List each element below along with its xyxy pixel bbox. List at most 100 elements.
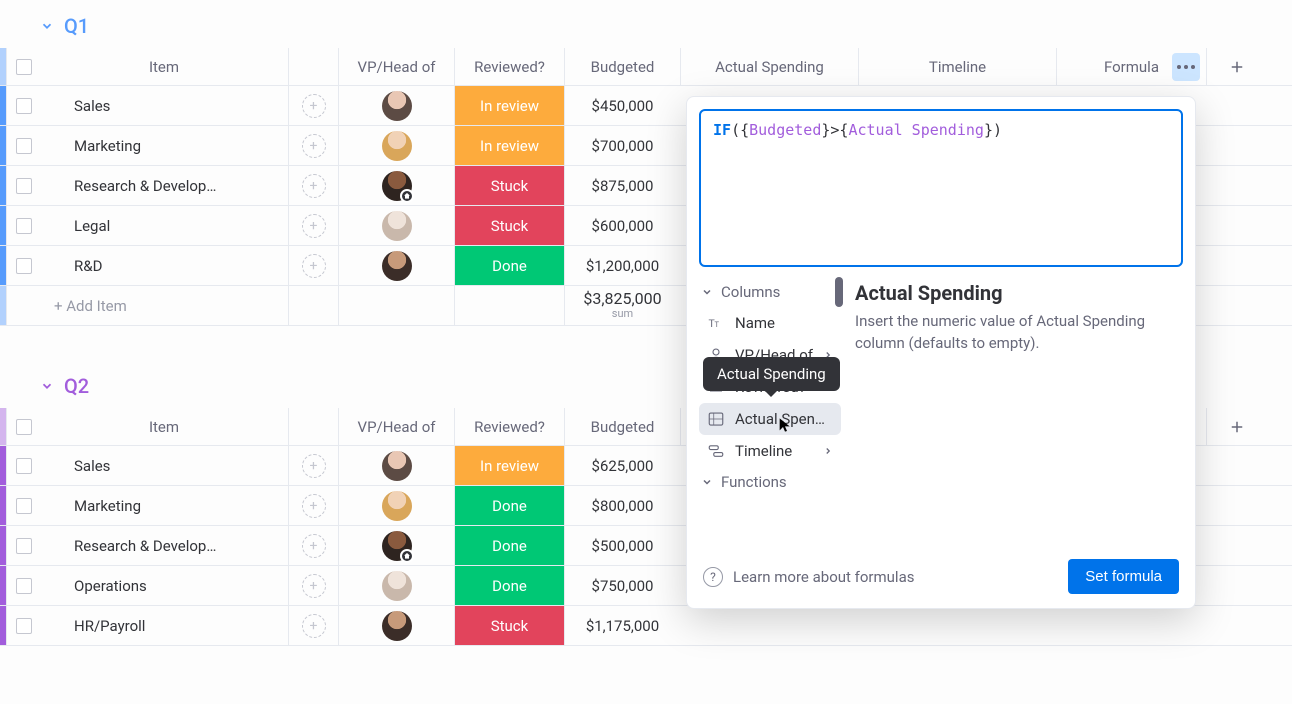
item-name-cell[interactable]: Research & Develop…: [40, 166, 288, 205]
help-title: Actual Spending: [855, 281, 1183, 305]
budgeted-cell[interactable]: $750,000: [564, 566, 680, 605]
add-update-button[interactable]: +: [288, 126, 338, 165]
col-budgeted[interactable]: Budgeted: [564, 408, 680, 445]
row-checkbox[interactable]: [6, 246, 40, 285]
budgeted-cell[interactable]: $1,175,000: [564, 606, 680, 645]
add-update-button[interactable]: +: [288, 566, 338, 605]
item-name-cell[interactable]: Sales: [40, 446, 288, 485]
learn-more-link[interactable]: ? Learn more about formulas: [703, 567, 914, 587]
select-all[interactable]: [6, 408, 40, 445]
set-formula-button[interactable]: Set formula: [1068, 559, 1179, 594]
status-cell[interactable]: Done: [454, 566, 564, 605]
add-update-button[interactable]: +: [288, 86, 338, 125]
add-update-button[interactable]: +: [288, 606, 338, 645]
vp-cell[interactable]: [338, 566, 454, 605]
item-name-cell[interactable]: Research & Develop…: [40, 526, 288, 565]
sum-cell: $3,825,000sum: [564, 286, 680, 325]
vp-cell[interactable]: [338, 486, 454, 525]
vp-cell[interactable]: [338, 526, 454, 565]
avatar: [382, 91, 412, 121]
add-update-button[interactable]: +: [288, 206, 338, 245]
item-name-cell[interactable]: Operations: [40, 566, 288, 605]
chevron-right-icon: [823, 442, 833, 460]
vp-cell[interactable]: [338, 86, 454, 125]
row-checkbox[interactable]: [6, 166, 40, 205]
column-header-row: Item VP/Head of Reviewed? Budgeted Actua…: [0, 48, 1292, 86]
budgeted-cell[interactable]: $800,000: [564, 486, 680, 525]
add-update-button[interactable]: +: [288, 446, 338, 485]
budgeted-cell[interactable]: $450,000: [564, 86, 680, 125]
add-column-button[interactable]: [1206, 48, 1266, 85]
vp-cell[interactable]: [338, 206, 454, 245]
select-all[interactable]: [6, 48, 40, 85]
add-update-button[interactable]: +: [288, 246, 338, 285]
col-item[interactable]: Item: [40, 48, 288, 85]
home-badge-icon: [400, 189, 414, 203]
row-checkbox[interactable]: [6, 206, 40, 245]
item-name-cell[interactable]: Sales: [40, 86, 288, 125]
timeline-icon: [707, 442, 725, 460]
scrollbar[interactable]: [835, 277, 843, 307]
budgeted-cell[interactable]: $700,000: [564, 126, 680, 165]
col-formula[interactable]: Formula: [1056, 48, 1206, 85]
row-checkbox[interactable]: [6, 86, 40, 125]
add-column-button[interactable]: [1206, 408, 1266, 445]
vp-cell[interactable]: [338, 126, 454, 165]
row-checkbox[interactable]: [6, 126, 40, 165]
status-cell[interactable]: Stuck: [454, 166, 564, 205]
column-option-name[interactable]: TT Name: [699, 307, 841, 339]
col-item[interactable]: Item: [40, 408, 288, 445]
columns-section-toggle[interactable]: Columns: [699, 277, 841, 307]
status-cell[interactable]: Done: [454, 526, 564, 565]
col-vp[interactable]: VP/Head of: [338, 408, 454, 445]
status-cell[interactable]: Done: [454, 246, 564, 285]
col-reviewed[interactable]: Reviewed?: [454, 408, 564, 445]
col-budgeted[interactable]: Budgeted: [564, 48, 680, 85]
item-name-cell[interactable]: HR/Payroll: [40, 606, 288, 645]
budgeted-cell[interactable]: $625,000: [564, 446, 680, 485]
formula-editor-popup: IF({Budgeted}>{Actual Spending}) Columns…: [686, 96, 1196, 609]
status-cell[interactable]: Stuck: [454, 606, 564, 645]
row-checkbox[interactable]: [6, 566, 40, 605]
vp-cell[interactable]: [338, 166, 454, 205]
budgeted-cell[interactable]: $500,000: [564, 526, 680, 565]
help-icon: ?: [703, 567, 723, 587]
svg-text:T: T: [715, 320, 720, 329]
text-icon: TT: [707, 314, 725, 332]
formula-reference-panel: Columns TT Name VP/Head of Reviewed? Act…: [699, 277, 841, 547]
add-update-button[interactable]: +: [288, 486, 338, 525]
row-checkbox[interactable]: [6, 526, 40, 565]
functions-section-toggle[interactable]: Functions: [699, 467, 841, 497]
status-cell[interactable]: In review: [454, 446, 564, 485]
col-timeline[interactable]: Timeline: [858, 48, 1056, 85]
row-checkbox[interactable]: [6, 486, 40, 525]
column-option-actual-spending[interactable]: Actual Spen…: [699, 403, 841, 435]
add-update-button[interactable]: +: [288, 526, 338, 565]
vp-cell[interactable]: [338, 606, 454, 645]
chevron-down-icon: [40, 379, 54, 393]
row-checkbox[interactable]: [6, 446, 40, 485]
status-cell[interactable]: In review: [454, 86, 564, 125]
item-name-cell[interactable]: Marketing: [40, 126, 288, 165]
vp-cell[interactable]: [338, 446, 454, 485]
budgeted-cell[interactable]: $600,000: [564, 206, 680, 245]
col-reviewed[interactable]: Reviewed?: [454, 48, 564, 85]
formula-help-panel: Actual Spending Insert the numeric value…: [855, 277, 1183, 547]
group-header-q1[interactable]: Q1: [0, 10, 1292, 48]
col-actual-spending[interactable]: Actual Spending: [680, 48, 858, 85]
column-more-button[interactable]: [1172, 53, 1200, 81]
item-name-cell[interactable]: Marketing: [40, 486, 288, 525]
status-cell[interactable]: Stuck: [454, 206, 564, 245]
budgeted-cell[interactable]: $1,200,000: [564, 246, 680, 285]
vp-cell[interactable]: [338, 246, 454, 285]
budgeted-cell[interactable]: $875,000: [564, 166, 680, 205]
formula-input[interactable]: IF({Budgeted}>{Actual Spending}): [699, 109, 1183, 267]
status-cell[interactable]: Done: [454, 486, 564, 525]
add-update-button[interactable]: +: [288, 166, 338, 205]
status-cell[interactable]: In review: [454, 126, 564, 165]
row-checkbox[interactable]: [6, 606, 40, 645]
column-option-timeline[interactable]: Timeline: [699, 435, 841, 467]
item-name-cell[interactable]: R&D: [40, 246, 288, 285]
col-vp[interactable]: VP/Head of: [338, 48, 454, 85]
item-name-cell[interactable]: Legal: [40, 206, 288, 245]
